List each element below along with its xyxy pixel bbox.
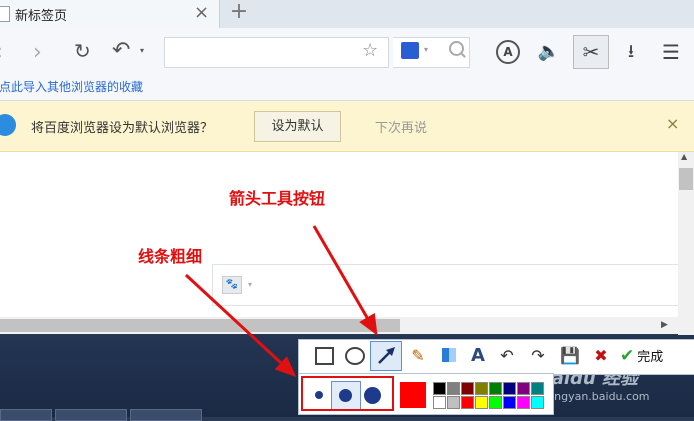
annotation-arrows	[184, 225, 378, 378]
annotation-arrow	[312, 225, 378, 336]
annotation-arrow	[184, 273, 297, 378]
